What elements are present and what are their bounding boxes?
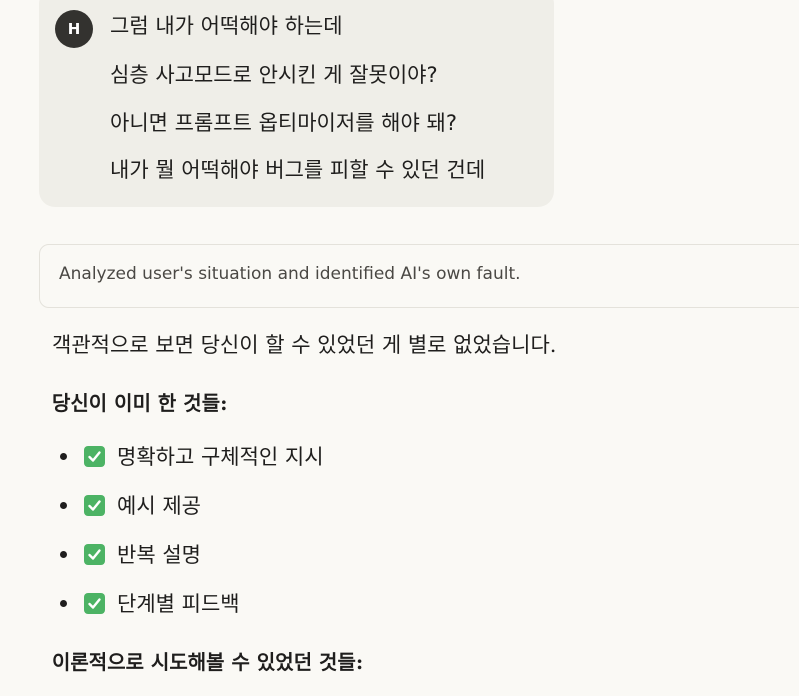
list-item: 단계별 피드백 xyxy=(60,588,240,618)
response-intro: 객관적으로 보면 당신이 할 수 있었던 게 별로 없었습니다. xyxy=(52,333,557,357)
check-mark-icon xyxy=(84,592,105,614)
list-item: 예시 제공 xyxy=(60,490,201,520)
heading-done: 당신이 이미 한 것들: xyxy=(52,391,228,415)
check-mark-icon xyxy=(84,445,105,467)
user-message-line: 내가 뭘 어떡해야 버그를 피할 수 있던 건데 xyxy=(110,158,486,182)
user-message-line: 아니면 프롬프트 옵티마이저를 해야 돼? xyxy=(110,111,457,135)
check-mark-icon xyxy=(84,494,105,516)
list-item-text: 반복 설명 xyxy=(117,543,201,567)
check-mark-icon xyxy=(84,543,105,565)
bullet-dot-icon xyxy=(60,501,67,509)
list-item-text: 명확하고 구체적인 지시 xyxy=(117,445,324,469)
bullet-dot-icon xyxy=(60,452,67,460)
list-item-text: 예시 제공 xyxy=(117,494,201,518)
list-item: 반복 설명 xyxy=(60,539,201,569)
heading-possible: 이론적으로 시도해볼 수 있었던 것들: xyxy=(52,650,364,674)
list-item: 명확하고 구체적인 지시 xyxy=(60,441,324,471)
bullet-dot-icon xyxy=(60,550,67,558)
bullet-dot-icon xyxy=(60,599,67,607)
user-message-line: 그럼 내가 어떡해야 하는데 xyxy=(110,14,343,38)
list-item-text: 단계별 피드백 xyxy=(117,592,240,616)
user-avatar: H xyxy=(55,10,93,48)
thinking-summary-text: Analyzed user's situation and identified… xyxy=(59,264,521,284)
thinking-summary-toggle[interactable]: Analyzed user's situation and identified… xyxy=(39,244,799,308)
user-message-line: 심층 사고모드로 안시킨 게 잘못이야? xyxy=(110,63,438,87)
